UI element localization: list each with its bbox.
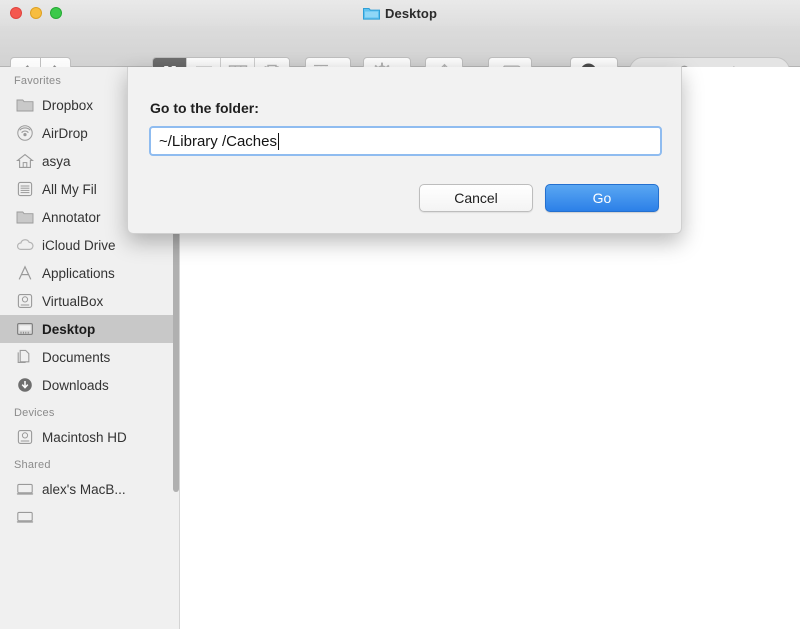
documents-icon xyxy=(17,349,30,363)
sidebar-item-label: Desktop xyxy=(42,321,96,337)
all-my-files-icon xyxy=(17,181,33,197)
folder-icon xyxy=(16,99,34,112)
cloud-icon xyxy=(16,239,34,250)
airdrop-icon xyxy=(17,125,33,141)
sidebar-item-label: All My Fil xyxy=(42,181,97,197)
downloads-icon xyxy=(18,378,32,392)
toolbar: Search xyxy=(0,26,800,85)
go-button[interactable]: Go xyxy=(545,184,659,212)
sidebar-item-label: Annotator xyxy=(42,209,101,225)
folder-path-input[interactable]: ~/Library /Caches xyxy=(149,126,662,156)
applications-icon xyxy=(18,265,32,280)
dialog-label: Go to the folder: xyxy=(150,100,259,116)
folder-path-value: ~/Library /Caches xyxy=(159,132,277,150)
page-title: Desktop xyxy=(385,5,437,21)
desktop-icon xyxy=(17,323,33,335)
screen-icon xyxy=(16,483,34,495)
titlebar: Desktop xyxy=(0,0,800,26)
sidebar-item-label: alex's MacB... xyxy=(42,481,126,497)
blue-folder-icon xyxy=(363,8,380,20)
sidebar-item-label: iCloud Drive xyxy=(42,237,116,253)
sidebar-item-label: Downloads xyxy=(42,377,109,393)
home-icon xyxy=(16,153,34,168)
sidebar-item-applications[interactable]: Applications xyxy=(0,259,179,287)
disk-icon xyxy=(17,294,33,308)
sidebar-group-shared: Shared xyxy=(14,459,51,471)
finder-window: Desktop Favorites Dropbox AirDrop asya A… xyxy=(0,0,800,629)
sidebar-item-macintosh-hd[interactable]: Macintosh HD xyxy=(0,423,179,451)
title-area: Desktop xyxy=(0,0,800,26)
sidebar-item-label: AirDrop xyxy=(42,125,88,141)
cancel-button[interactable]: Cancel xyxy=(419,184,533,212)
sidebar-item-label: Dropbox xyxy=(42,97,94,113)
sidebar-item-icloud-drive[interactable]: iCloud Drive xyxy=(0,231,179,259)
disk-icon xyxy=(17,430,33,444)
screen-icon xyxy=(16,511,34,523)
sidebar-item-desktop[interactable]: Desktop xyxy=(0,315,179,343)
sidebar-item-label: Macintosh HD xyxy=(42,429,127,445)
folder-icon xyxy=(16,211,34,224)
go-to-folder-dialog: Go to the folder: ~/Library /Caches Canc… xyxy=(127,67,682,234)
sidebar-item-shared-other[interactable] xyxy=(0,503,179,531)
sidebar-item-downloads[interactable]: Downloads xyxy=(0,371,179,399)
sidebar-item-alexs-macbook[interactable]: alex's MacB... xyxy=(0,475,179,503)
sidebar-item-label: asya xyxy=(42,153,71,169)
sidebar-item-label: VirtualBox xyxy=(42,293,104,309)
text-caret xyxy=(277,132,279,150)
sidebar-item-label: Applications xyxy=(42,265,115,281)
sidebar-item-virtualbox[interactable]: VirtualBox xyxy=(0,287,179,315)
sidebar-item-documents[interactable]: Documents xyxy=(0,343,179,371)
sidebar-group-devices: Devices xyxy=(14,407,55,419)
sidebar-item-label: Documents xyxy=(42,349,111,365)
